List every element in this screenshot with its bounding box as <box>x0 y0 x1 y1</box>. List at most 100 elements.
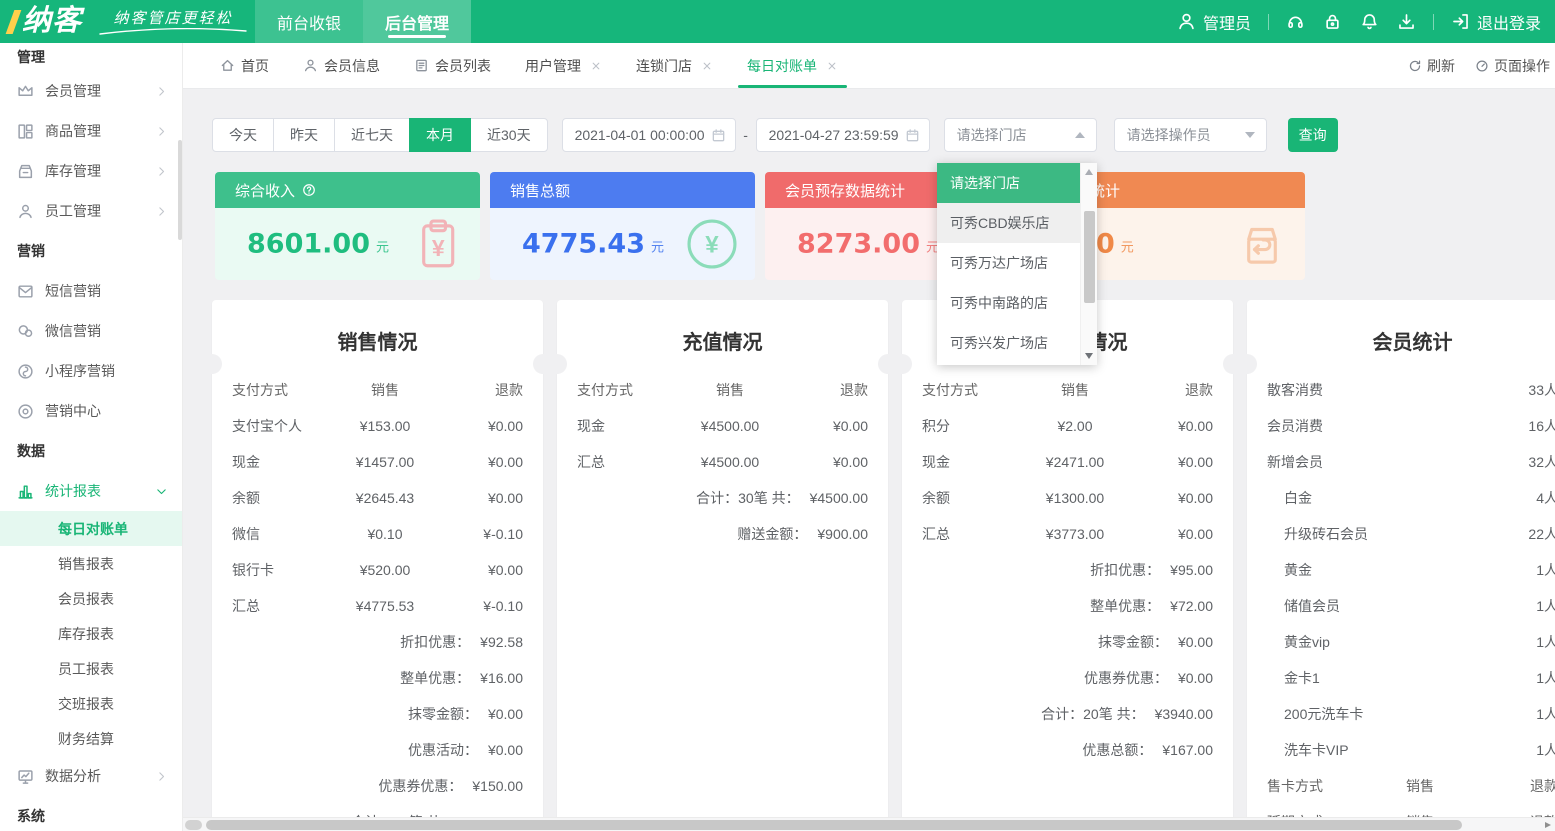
search-button[interactable]: 查询 <box>1288 118 1338 152</box>
scrollbar-thumb[interactable] <box>1084 211 1095 303</box>
column-header-row: 支付方式销售退款 <box>902 372 1233 408</box>
staff-icon <box>17 203 34 220</box>
lock-icon[interactable] <box>1323 12 1342 31</box>
page-tab[interactable]: 会员列表 <box>397 43 508 88</box>
sidebar-subitem[interactable]: 财务结算 <box>0 721 182 756</box>
page-tab[interactable]: 用户管理 <box>508 43 619 88</box>
headset-icon[interactable] <box>1286 12 1305 31</box>
filter-bar: 今天昨天近七天本月近30天 2021-04-01 00:00:00 - 2021… <box>212 118 1338 152</box>
quick-range-button[interactable]: 本月 <box>409 118 471 152</box>
stat-label: 储值会员 <box>1267 596 1536 616</box>
summary-cards: 综合收入8601.00元¥销售总额4775.43元¥会员预存数据统计8273.0… <box>215 172 1305 280</box>
scroll-right-arrow-icon[interactable] <box>1545 822 1551 828</box>
sidebar-item[interactable]: 微信营销 <box>0 311 182 351</box>
sidebar-item[interactable]: 小程序营销 <box>0 351 182 391</box>
horizontal-scrollbar[interactable] <box>183 817 1555 831</box>
download-icon[interactable] <box>1397 12 1416 31</box>
main-nav-tab[interactable]: 后台管理 <box>363 0 471 43</box>
dropdown-option[interactable]: 可秀中南路的店 <box>937 283 1080 323</box>
page-tab[interactable]: 首页 <box>203 43 286 88</box>
scrollbar-thumb[interactable] <box>206 820 1462 830</box>
sidebar-item[interactable]: 短信营销 <box>0 271 182 311</box>
store-select[interactable]: 请选择门店 <box>944 118 1097 152</box>
cell: ¥0.00 <box>443 490 523 506</box>
bell-icon[interactable] <box>1360 12 1379 31</box>
store-dropdown: 请选择门店可秀CBD娱乐店可秀万达广场店可秀中南路的店可秀兴发广场店 <box>937 163 1097 365</box>
summary-row: 抹零金额：¥0.00 <box>902 624 1233 660</box>
close-icon[interactable] <box>701 60 713 72</box>
cell: ¥-0.10 <box>443 598 523 614</box>
start-date-input[interactable]: 2021-04-01 00:00:00 <box>562 118 736 152</box>
summary-label: 折扣优惠： <box>400 632 470 652</box>
sidebar-section-label: 营销 <box>0 231 182 271</box>
column-header-row: 售卡方式销售退款 <box>1247 768 1555 804</box>
cell: ¥1300.00 <box>1017 490 1133 506</box>
summary-row: 优惠总额：¥167.00 <box>902 732 1233 768</box>
sidebar-subitem[interactable]: 交班报表 <box>0 686 182 721</box>
card-body: 8601.00元¥ <box>215 208 480 280</box>
sidebar-subitem[interactable]: 员工报表 <box>0 651 182 686</box>
operator-select[interactable]: 请选择操作员 <box>1114 118 1267 152</box>
card-title: 综合收入 <box>235 180 295 201</box>
summary-value: ¥16.00 <box>480 670 523 686</box>
sidebar-subitem[interactable]: 库存报表 <box>0 616 182 651</box>
dropdown-option[interactable]: 请选择门店 <box>937 163 1080 203</box>
stat-value: 33人 <box>1528 380 1555 400</box>
sidebar-item[interactable]: 数据分析 <box>0 756 182 796</box>
stat-value: 4人 <box>1536 488 1555 508</box>
scroll-up-arrow-icon[interactable] <box>1085 169 1093 175</box>
sidebar-item-label: 微信营销 <box>45 321 101 341</box>
card-body: 4775.43元¥ <box>490 208 755 280</box>
sidebar-item[interactable]: 员工管理 <box>0 191 182 231</box>
sidebar-subitem[interactable]: 会员报表 <box>0 581 182 616</box>
stat-row: 会员消费16人 <box>1247 408 1555 444</box>
start-date-value: 2021-04-01 00:00:00 <box>575 127 705 143</box>
summary-row: 赠送金额：¥900.00 <box>557 516 888 552</box>
stat-label: 会员消费 <box>1267 416 1528 436</box>
logo-accent <box>6 10 22 34</box>
brand-logo: 纳客 纳客管店更轻松 <box>10 0 248 43</box>
sidebar-item[interactable]: 营销中心 <box>0 391 182 431</box>
refresh-button[interactable]: 刷新 <box>1408 56 1455 76</box>
logout-button[interactable]: 退出登录 <box>1451 10 1541 34</box>
page-tab[interactable]: 会员信息 <box>286 43 397 88</box>
sidebar-subitem[interactable]: 每日对账单 <box>0 511 182 546</box>
summary-value: ¥92.58 <box>480 634 523 650</box>
card-value: 8601.00元 <box>247 231 389 258</box>
scrollbar-left-button[interactable] <box>185 820 202 830</box>
dropdown-option[interactable]: 可秀万达广场店 <box>937 243 1080 283</box>
quick-range-button[interactable]: 今天 <box>212 118 274 152</box>
sidebar-item[interactable]: 商品管理 <box>0 111 182 151</box>
quick-range-button[interactable]: 近七天 <box>334 118 410 152</box>
sidebar-subitem[interactable]: 销售报表 <box>0 546 182 581</box>
dropdown-option[interactable]: 可秀兴发广场店 <box>937 323 1080 363</box>
quick-range-button[interactable]: 昨天 <box>273 118 335 152</box>
help-icon[interactable] <box>302 183 316 197</box>
stat-row: 升级砖石会员22人 <box>1247 516 1555 552</box>
user-menu[interactable]: 管理员 <box>1177 10 1251 34</box>
dropdown-option[interactable]: 可秀CBD娱乐店 <box>937 203 1080 243</box>
sidebar-scrollbar[interactable] <box>178 140 182 240</box>
page-operations-button[interactable]: 页面操作 <box>1475 56 1550 76</box>
end-date-input[interactable]: 2021-04-27 23:59:59 <box>756 118 930 152</box>
sidebar-item[interactable]: 库存管理 <box>0 151 182 191</box>
quick-range-button[interactable]: 近30天 <box>470 118 548 152</box>
stat-label: 升级砖石会员 <box>1267 524 1528 544</box>
cell: ¥0.00 <box>788 418 868 434</box>
sidebar-item[interactable]: 会员管理 <box>0 71 182 111</box>
card-amount: 4775.43 <box>522 231 645 258</box>
cell: ¥0.00 <box>443 562 523 578</box>
close-icon[interactable] <box>590 60 602 72</box>
cell: 销售 <box>672 380 788 400</box>
sidebar-item[interactable]: 统计报表 <box>0 471 182 511</box>
stat-label: 白金 <box>1267 488 1536 508</box>
cell: 售卡方式 <box>1267 776 1362 796</box>
page-tab[interactable]: 每日对账单 <box>730 43 855 88</box>
main-nav-tab[interactable]: 前台收银 <box>255 0 363 43</box>
slogan-underline <box>98 28 248 36</box>
close-icon[interactable] <box>826 60 838 72</box>
page-tab[interactable]: 连锁门店 <box>619 43 730 88</box>
panel: 销售情况支付方式销售退款支付宝个人¥153.00¥0.00现金¥1457.00¥… <box>212 300 543 831</box>
cell: 退款 <box>1478 776 1555 796</box>
scroll-down-arrow-icon[interactable] <box>1085 353 1093 359</box>
